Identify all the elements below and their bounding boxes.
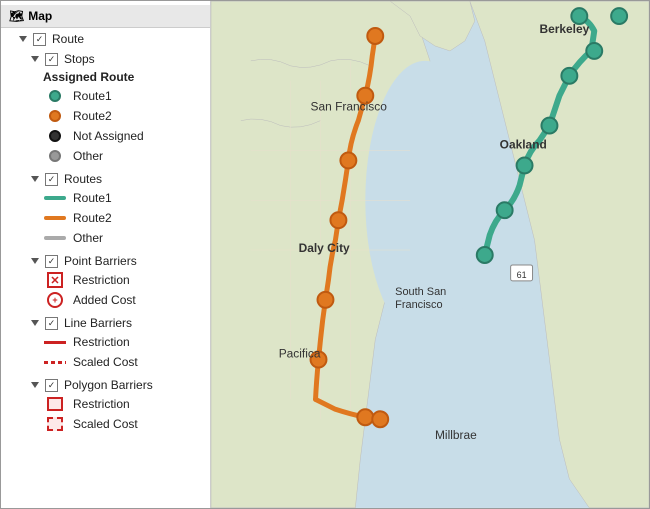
svg-text:Francisco: Francisco	[395, 299, 442, 311]
line-barriers-group: ✓ Line Barriers Restriction Scaled Cost	[1, 312, 210, 374]
pb-added-cost-row: + Added Cost	[1, 290, 210, 310]
route2-line-label: Route2	[73, 211, 112, 225]
main-container: 🗺 Map ✓ Route ✓ Stops Assigned Route	[0, 0, 650, 509]
restriction-x-icon: ✕	[47, 272, 63, 288]
svg-text:South San: South San	[395, 286, 446, 298]
svg-text:Daly City: Daly City	[299, 241, 350, 255]
poly-restriction-label: Restriction	[73, 397, 130, 411]
pb-label: Point Barriers	[64, 254, 137, 268]
route-checkbox[interactable]: ✓	[33, 33, 46, 46]
pb-restriction-symbol: ✕	[43, 272, 67, 288]
lb-label: Line Barriers	[64, 316, 132, 330]
lb-scaled-icon	[44, 361, 66, 364]
lb-restriction-row: Restriction	[1, 332, 210, 352]
route2-stop-label: Route2	[73, 109, 112, 123]
poly-scaled-label: Scaled Cost	[73, 417, 138, 431]
legend-panel: 🗺 Map ✓ Route ✓ Stops Assigned Route	[1, 1, 211, 508]
lb-restriction-label: Restriction	[73, 335, 130, 349]
assigned-route-header-row: Assigned Route	[1, 68, 210, 86]
not-assigned-label: Not Assigned	[73, 129, 144, 143]
routes-label: Routes	[64, 172, 102, 186]
poly-checkbox[interactable]: ✓	[45, 379, 58, 392]
stops-collapse-icon	[31, 56, 39, 62]
stops-group: ✓ Stops Assigned Route Route1 Route2 Not…	[1, 48, 210, 168]
pb-added-cost-symbol: +	[43, 292, 67, 308]
pb-restriction-label: Restriction	[73, 273, 130, 287]
poly-restriction-icon	[47, 397, 63, 411]
route-collapse-icon	[19, 36, 27, 42]
route2-stop-row: Route2	[1, 106, 210, 126]
point-barriers-row[interactable]: ✓ Point Barriers	[1, 252, 210, 270]
poly-restriction-symbol	[43, 396, 67, 412]
other-stop-label: Other	[73, 149, 103, 163]
routes-collapse-icon	[31, 176, 39, 182]
legend-title: 🗺 Map	[1, 5, 210, 28]
lb-checkbox[interactable]: ✓	[45, 317, 58, 330]
route1-stop-symbol	[43, 88, 67, 104]
svg-text:61: 61	[517, 270, 527, 280]
other-line-symbol	[43, 230, 67, 246]
poly-scaled-icon	[47, 417, 63, 431]
not-assigned-row: Not Assigned	[1, 126, 210, 146]
route-group: ✓ Route ✓ Stops Assigned Route Route1	[1, 28, 210, 438]
map-area[interactable]: 61	[211, 1, 649, 508]
route1-stop-label: Route1	[73, 89, 112, 103]
routes-checkbox[interactable]: ✓	[45, 173, 58, 186]
svg-text:Oakland: Oakland	[500, 137, 547, 151]
pb-restriction-row: ✕ Restriction	[1, 270, 210, 290]
route-label: Route	[52, 32, 84, 46]
map-icon: 🗺	[9, 9, 24, 23]
lb-restriction-symbol	[43, 334, 67, 350]
lb-collapse-icon	[31, 320, 39, 326]
svg-text:San Francisco: San Francisco	[311, 100, 388, 114]
assigned-route-header: Assigned Route	[43, 70, 134, 84]
polygon-barriers-group: ✓ Polygon Barriers Restriction Scaled Co…	[1, 374, 210, 436]
route1-line-row: Route1	[1, 188, 210, 208]
lb-scaled-label: Scaled Cost	[73, 355, 138, 369]
route2-line-symbol	[43, 210, 67, 226]
pb-checkbox[interactable]: ✓	[45, 255, 58, 268]
poly-scaled-row: Scaled Cost	[1, 414, 210, 434]
stops-row[interactable]: ✓ Stops	[1, 50, 210, 68]
polygon-barriers-row[interactable]: ✓ Polygon Barriers	[1, 376, 210, 394]
poly-restriction-row: Restriction	[1, 394, 210, 414]
route1-line-symbol	[43, 190, 67, 206]
not-assigned-symbol	[43, 128, 67, 144]
route1-line-label: Route1	[73, 191, 112, 205]
other-line-label: Other	[73, 231, 103, 245]
pb-collapse-icon	[31, 258, 39, 264]
svg-text:Pacifica: Pacifica	[279, 347, 321, 361]
lb-restriction-icon	[44, 341, 66, 344]
route2-stop-symbol	[43, 108, 67, 124]
route2-line-row: Route2	[1, 208, 210, 228]
svg-text:Berkeley: Berkeley	[540, 22, 590, 36]
lb-scaled-symbol	[43, 354, 67, 370]
routes-group: ✓ Routes Route1 Route2 Other	[1, 168, 210, 250]
poly-label: Polygon Barriers	[64, 378, 153, 392]
point-barriers-group: ✓ Point Barriers ✕ Restriction + Added C…	[1, 250, 210, 312]
added-cost-icon: +	[47, 292, 63, 308]
route-row[interactable]: ✓ Route	[1, 30, 210, 48]
lb-scaled-row: Scaled Cost	[1, 352, 210, 372]
other-line-row: Other	[1, 228, 210, 248]
other-stop-row: Other	[1, 146, 210, 166]
stops-checkbox[interactable]: ✓	[45, 53, 58, 66]
svg-text:Millbrae: Millbrae	[435, 428, 477, 442]
routes-row[interactable]: ✓ Routes	[1, 170, 210, 188]
map-svg: 61	[211, 1, 649, 508]
line-barriers-row[interactable]: ✓ Line Barriers	[1, 314, 210, 332]
poly-collapse-icon	[31, 382, 39, 388]
route1-stop-row: Route1	[1, 86, 210, 106]
other-stop-symbol	[43, 148, 67, 164]
pb-added-cost-label: Added Cost	[73, 293, 136, 307]
stops-label: Stops	[64, 52, 95, 66]
poly-scaled-symbol	[43, 416, 67, 432]
